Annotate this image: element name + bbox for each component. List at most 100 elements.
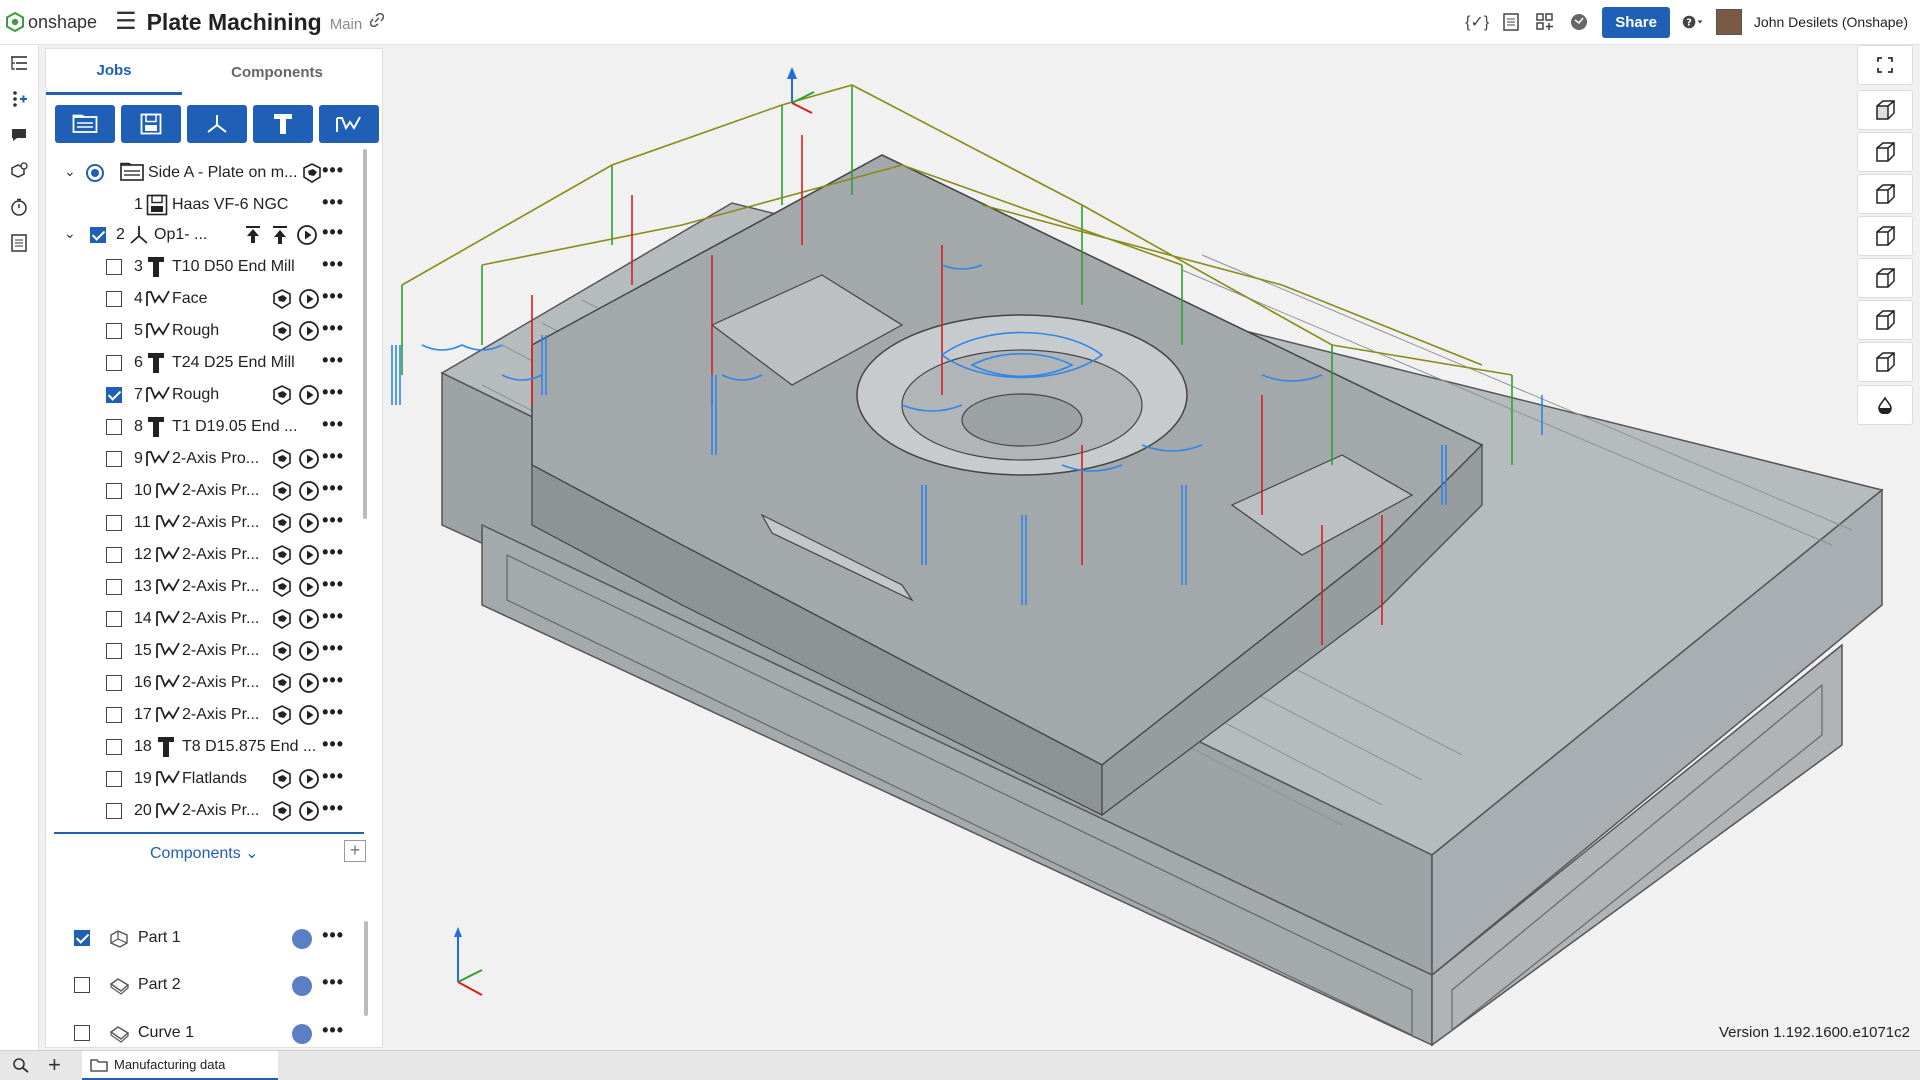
play-icon[interactable] xyxy=(298,544,320,566)
new-operation-button[interactable] xyxy=(187,105,247,143)
components-scrollbar[interactable] xyxy=(364,921,368,1016)
row-checkbox[interactable] xyxy=(90,227,106,243)
info-icon[interactable] xyxy=(292,1024,312,1044)
play-icon[interactable] xyxy=(298,800,320,822)
more-options-icon[interactable]: ••• xyxy=(322,766,344,787)
more-options-icon[interactable]: ••• xyxy=(322,925,344,946)
more-options-icon[interactable]: ••• xyxy=(322,414,344,435)
more-options-icon[interactable]: ••• xyxy=(322,160,344,181)
view-back-button[interactable] xyxy=(1857,258,1913,298)
simulate-icon[interactable] xyxy=(271,576,293,598)
setup-radio[interactable] xyxy=(86,164,104,182)
play-icon[interactable] xyxy=(298,672,320,694)
more-options-icon[interactable]: ••• xyxy=(322,1020,344,1041)
comments-icon[interactable] xyxy=(0,117,38,153)
more-options-icon[interactable]: ••• xyxy=(322,734,344,755)
variable-studio-icon[interactable]: {✓} xyxy=(1465,11,1489,33)
tree-row-toolpath[interactable]: 19 Flatlands ••• xyxy=(46,763,366,795)
simulate-icon[interactable] xyxy=(271,768,293,790)
more-options-icon[interactable]: ••• xyxy=(322,382,344,403)
view-top-button[interactable] xyxy=(1857,174,1913,214)
more-options-icon[interactable]: ••• xyxy=(322,192,344,213)
simulate-icon[interactable] xyxy=(271,608,293,630)
tree-row-toolpath[interactable]: 4 Face ••• xyxy=(46,283,366,315)
tree-row-toolpath[interactable]: 14 2-Axis Pr... ••• xyxy=(46,603,366,635)
branch-label[interactable]: Main xyxy=(330,16,363,33)
simulate-icon[interactable] xyxy=(271,512,293,534)
component-checkbox[interactable] xyxy=(74,977,90,993)
row-checkbox[interactable] xyxy=(106,259,122,275)
row-checkbox[interactable] xyxy=(106,675,122,691)
row-checkbox[interactable] xyxy=(106,419,122,435)
row-checkbox[interactable] xyxy=(106,355,122,371)
simulate-icon[interactable] xyxy=(301,162,323,184)
post-process-icon[interactable] xyxy=(242,224,264,246)
simulate-icon[interactable] xyxy=(271,448,293,470)
tree-row-toolpath[interactable]: 11 2-Axis Pr... ••• xyxy=(46,507,366,539)
hamburger-menu-icon[interactable]: ☰ xyxy=(115,10,137,34)
parts-icon[interactable] xyxy=(0,153,38,189)
avatar[interactable] xyxy=(1715,9,1742,35)
more-options-icon[interactable]: ••• xyxy=(322,638,344,659)
new-setup-button[interactable] xyxy=(55,105,115,143)
row-checkbox[interactable] xyxy=(106,483,122,499)
play-icon[interactable] xyxy=(298,576,320,598)
tree-row-toolpath[interactable]: 5 Rough ••• xyxy=(46,315,366,347)
row-checkbox[interactable] xyxy=(106,323,122,339)
play-icon[interactable] xyxy=(296,224,318,246)
simulate-icon[interactable] xyxy=(271,544,293,566)
play-icon[interactable] xyxy=(298,448,320,470)
more-options-icon[interactable]: ••• xyxy=(322,574,344,595)
chevron-down-icon[interactable]: ⌄ xyxy=(64,225,80,242)
more-options-icon[interactable]: ••• xyxy=(322,606,344,627)
add-component-button[interactable]: + xyxy=(344,840,366,862)
graphics-viewport[interactable] xyxy=(382,45,1920,1050)
chevron-down-icon[interactable]: ⌄ xyxy=(64,163,80,180)
add-tab-icon[interactable]: + xyxy=(48,1052,61,1078)
simulate-icon[interactable] xyxy=(271,800,293,822)
tab-manager-icon[interactable] xyxy=(12,1057,30,1078)
app-store-icon[interactable] xyxy=(1534,11,1556,33)
fit-view-button[interactable] xyxy=(1857,45,1913,85)
view-left-button[interactable] xyxy=(1857,342,1913,382)
more-options-icon[interactable]: ••• xyxy=(322,318,344,339)
play-icon[interactable] xyxy=(298,640,320,662)
simulate-icon[interactable] xyxy=(271,384,293,406)
row-checkbox[interactable] xyxy=(106,451,122,467)
row-checkbox[interactable] xyxy=(106,291,122,307)
play-icon[interactable] xyxy=(298,480,320,502)
tree-row-toolpath[interactable]: 17 2-Axis Pr... ••• xyxy=(46,699,366,731)
onshape-logo[interactable]: onshape xyxy=(6,12,97,33)
row-checkbox[interactable] xyxy=(106,579,122,595)
view-bottom-button[interactable] xyxy=(1857,300,1913,340)
release-list-icon[interactable] xyxy=(1500,11,1522,33)
play-icon[interactable] xyxy=(298,512,320,534)
upload-icon[interactable] xyxy=(269,224,291,246)
more-options-icon[interactable]: ••• xyxy=(322,350,344,371)
row-checkbox[interactable] xyxy=(106,803,122,819)
link-icon[interactable] xyxy=(370,12,385,32)
row-checkbox[interactable] xyxy=(106,611,122,627)
more-options-icon[interactable]: ••• xyxy=(322,670,344,691)
tree-row-tool[interactable]: 8 T1 D19.05 End ... ••• xyxy=(46,411,366,443)
tree-row-setup[interactable]: ⌄ Side A - Plate on m... ••• xyxy=(46,157,366,189)
simulate-icon[interactable] xyxy=(271,288,293,310)
more-options-icon[interactable]: ••• xyxy=(322,702,344,723)
row-checkbox[interactable] xyxy=(106,387,122,403)
help-icon[interactable]: ? xyxy=(1682,11,1704,33)
view-right-button[interactable] xyxy=(1857,216,1913,256)
component-row[interactable]: Part 1 ••• xyxy=(46,919,366,959)
feature-list-icon[interactable] xyxy=(0,45,38,81)
tree-row-toolpath[interactable]: 15 2-Axis Pr... ••• xyxy=(46,635,366,667)
more-options-icon[interactable]: ••• xyxy=(322,798,344,819)
component-checkbox[interactable] xyxy=(74,1025,90,1041)
tab-manufacturing-data[interactable]: Manufacturing data xyxy=(82,1051,278,1080)
share-button[interactable]: Share xyxy=(1602,6,1670,38)
play-icon[interactable] xyxy=(298,608,320,630)
component-row[interactable]: Curve 1 ••• xyxy=(46,1014,366,1054)
play-icon[interactable] xyxy=(298,704,320,726)
row-checkbox[interactable] xyxy=(106,739,122,755)
info-icon[interactable] xyxy=(292,929,312,949)
more-options-icon[interactable]: ••• xyxy=(322,972,344,993)
tree-row-tool[interactable]: 6 T24 D25 End Mill ••• xyxy=(46,347,366,379)
